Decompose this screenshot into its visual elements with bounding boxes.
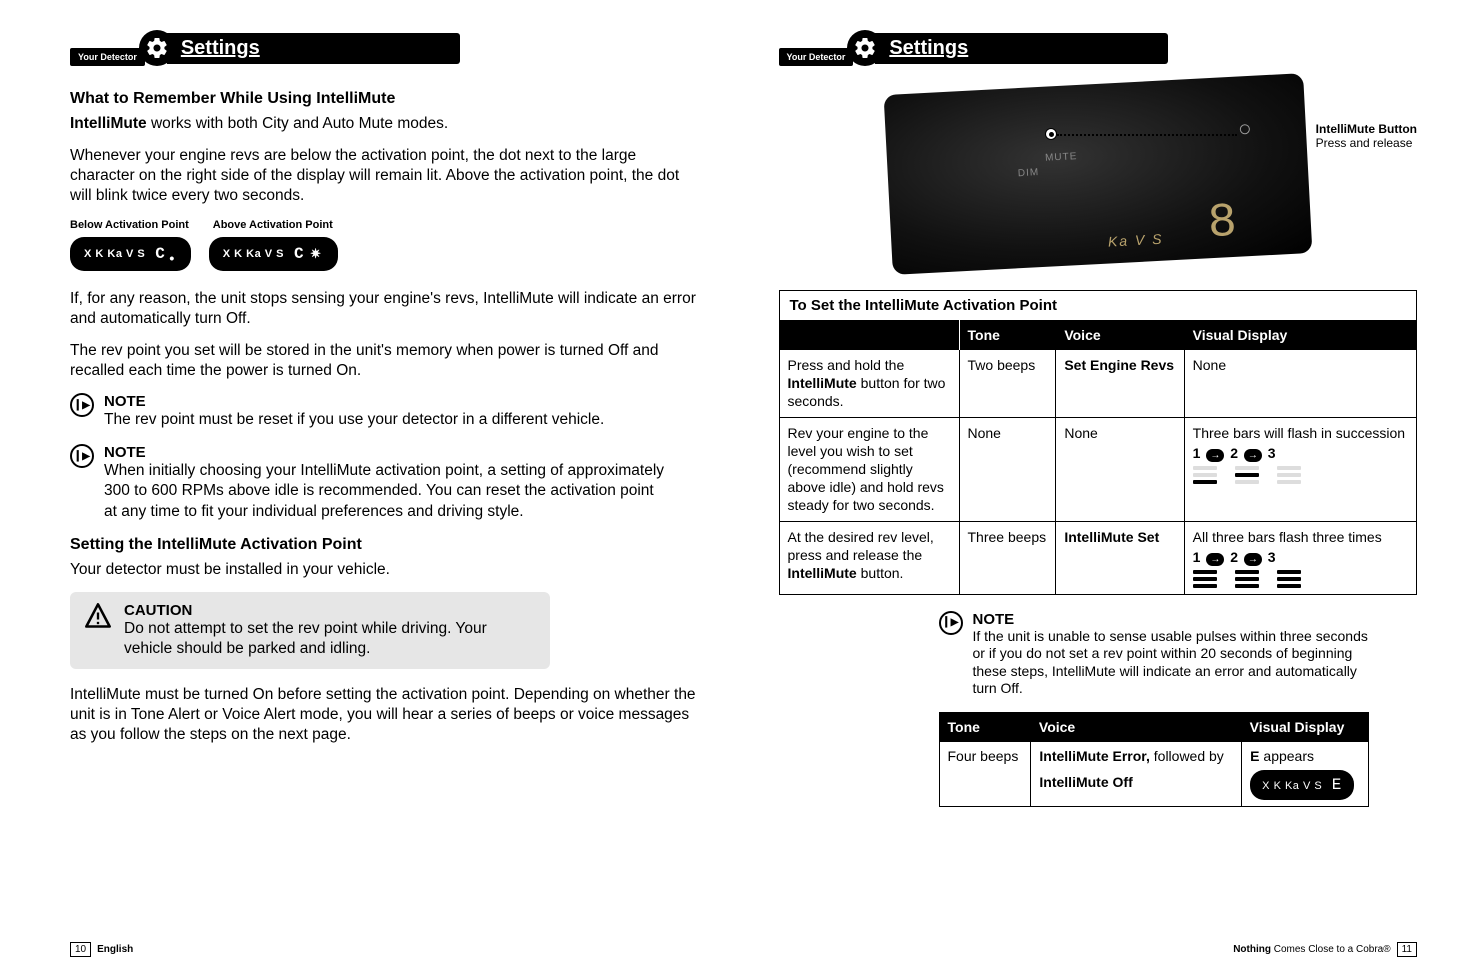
what-to-remember-heading: What to Remember While Using IntelliMute	[70, 90, 699, 108]
th-tone: Tone	[939, 712, 1031, 741]
dot-blink-icon: ✷	[310, 246, 321, 262]
below-ap-label: Below Activation Point	[70, 219, 189, 231]
procedure-table: Tone Voice Visual Display Press and hold…	[779, 320, 1418, 595]
caution-box: CAUTION Do not attempt to set the rev po…	[70, 592, 550, 669]
error-para: If, for any reason, the unit stops sensi…	[70, 289, 699, 329]
device-diagram: DIM MUTE Ka V S 8 IntelliMute Button Pre…	[779, 84, 1418, 284]
page-number: 11	[1397, 942, 1417, 957]
bars-succession-icon	[1193, 466, 1408, 484]
setting-ap-heading: Setting the IntelliMute Activation Point	[70, 536, 699, 554]
gear-icon	[847, 30, 883, 66]
error-table: Tone Voice Visual Display Four beeps Int…	[939, 712, 1369, 807]
callout-target-icon	[1045, 128, 1057, 140]
note-right: ❙▶ NOTE If the unit is unable to sense u…	[939, 611, 1369, 698]
th-voice: Voice	[1031, 712, 1242, 741]
footer-right: Nothing Comes Close to a Cobra® 11	[1233, 942, 1417, 957]
th-visual: Visual Display	[1242, 712, 1368, 741]
note-1: ❙▶ NOTE The rev point must be reset if y…	[70, 393, 699, 430]
memory-para: The rev point you set will be stored in …	[70, 341, 699, 381]
table-row: Four beeps IntelliMute Error, followed b…	[939, 741, 1368, 806]
turned-on-para: IntelliMute must be turned On before set…	[70, 685, 699, 745]
intellimute-button-marker	[1239, 124, 1250, 135]
above-ap-display: X K Ka V S C ✷	[209, 237, 338, 271]
footer-left: 10 English	[70, 942, 133, 957]
th-tone: Tone	[959, 321, 1056, 350]
activation-point-para: Whenever your engine revs are below the …	[70, 146, 699, 206]
device-seg-char: 8	[1206, 199, 1237, 248]
header-tab-left: Your Detector Settings	[70, 30, 460, 66]
info-icon: ❙▶	[939, 611, 963, 635]
info-icon: ❙▶	[70, 393, 94, 417]
settings-title: Settings	[167, 33, 460, 64]
device-image: DIM MUTE Ka V S 8	[883, 73, 1312, 275]
table-row: Press and hold the IntelliMute button fo…	[779, 350, 1417, 418]
error-display-pill: X K Ka V S E	[1250, 770, 1354, 800]
note-2: ❙▶ NOTE When initially choosing your Int…	[70, 444, 699, 521]
your-detector-label: Your Detector	[70, 48, 145, 66]
intellimute-intro: IntelliMute works with both City and Aut…	[70, 114, 699, 134]
th-voice: Voice	[1056, 321, 1184, 350]
above-ap-label: Above Activation Point	[213, 219, 333, 231]
device-band-text: Ka V S	[1107, 231, 1163, 250]
intellimute-button-callout: IntelliMute Button Press and release	[1316, 122, 1417, 150]
info-icon: ❙▶	[70, 444, 94, 468]
gear-icon	[139, 30, 175, 66]
callout-line	[1057, 134, 1237, 136]
header-tab-right: Your Detector Settings	[779, 30, 1169, 66]
th-visual: Visual Display	[1184, 321, 1416, 350]
your-detector-label: Your Detector	[779, 48, 854, 66]
setting-ap-body: Your detector must be installed in your …	[70, 560, 699, 580]
mute-label: MUTE	[1045, 151, 1078, 164]
bars-all-flash-icon	[1193, 570, 1408, 588]
caution-icon	[84, 602, 112, 630]
below-ap-display: X K Ka V S C •	[70, 237, 191, 271]
settings-title: Settings	[875, 33, 1168, 64]
table-row: At the desired rev level, press and rele…	[779, 521, 1417, 594]
set-ap-header: To Set the IntelliMute Activation Point	[779, 290, 1418, 320]
table-row: Rev your engine to the level you wish to…	[779, 417, 1417, 521]
page-number: 10	[70, 942, 91, 957]
dim-label: DIM	[1017, 167, 1039, 179]
